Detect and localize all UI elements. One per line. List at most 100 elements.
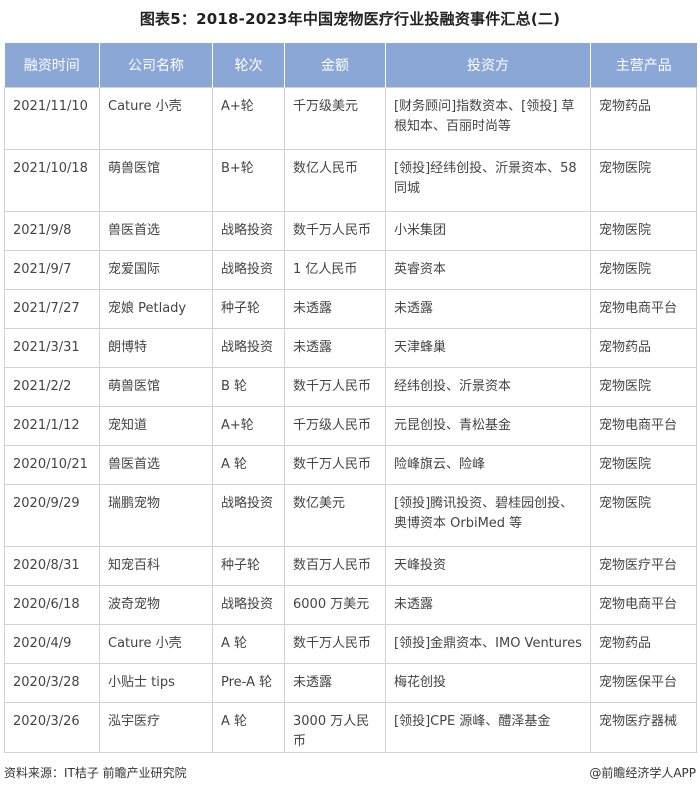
cell-round: 战略投资 xyxy=(212,250,285,290)
cell-amount: 数亿美元 xyxy=(284,484,386,547)
source-note: 资料来源：IT桔子 前瞻产业研究院 xyxy=(4,766,187,780)
cell-product: 宠物医疗器械 xyxy=(590,702,697,753)
cell-investors: [领投]CPE 源峰、醴泽基金 xyxy=(385,702,591,753)
cell-round: A+轮 xyxy=(212,406,285,446)
cell-company: 兽医首选 xyxy=(99,211,213,251)
table-row: 2021/9/7 宠爱国际 战略投资 1 亿人民币 英睿资本 宠物医院 xyxy=(4,250,697,290)
cell-round: A+轮 xyxy=(212,87,285,150)
investment-table-container: 融资时间 公司名称 轮次 金额 投资方 主营产品 2021/11/10 Catu… xyxy=(4,43,697,753)
cell-date: 2021/7/27 xyxy=(4,289,100,329)
cell-product: 宠物电商平台 xyxy=(590,585,697,625)
table-row: 2021/1/12 宠知道 A+轮 千万级人民币 元昆创投、青松基金 宠物电商平… xyxy=(4,406,697,446)
cell-date: 2021/11/10 xyxy=(4,87,100,150)
cell-date: 2021/1/12 xyxy=(4,406,100,446)
cell-amount: 1 亿人民币 xyxy=(284,250,386,290)
cell-amount: 6000 万美元 xyxy=(284,585,386,625)
cell-round: Pre-A 轮 xyxy=(212,663,285,703)
table-header-row: 融资时间 公司名称 轮次 金额 投资方 主营产品 xyxy=(4,43,697,88)
cell-company: 泓宇医疗 xyxy=(99,702,213,753)
cell-round: 种子轮 xyxy=(212,546,285,586)
table-row: 2021/10/18 萌兽医馆 B+轮 数亿人民币 [领投]经纬创投、沂景资本、… xyxy=(4,149,697,212)
cell-round: 战略投资 xyxy=(212,211,285,251)
cell-round: A 轮 xyxy=(212,445,285,485)
cell-company: 萌兽医馆 xyxy=(99,149,213,212)
cell-company: 宠爱国际 xyxy=(99,250,213,290)
cell-amount: 未透露 xyxy=(284,289,386,329)
cell-date: 2021/2/2 xyxy=(4,367,100,407)
cell-company: 萌兽医馆 xyxy=(99,367,213,407)
cell-investors: 英睿资本 xyxy=(385,250,591,290)
cell-product: 宠物电商平台 xyxy=(590,289,697,329)
chart-title: 图表5：2018-2023年中国宠物医疗行业投融资事件汇总(二) xyxy=(139,10,561,28)
cell-company: Cature 小壳 xyxy=(99,624,213,664)
header-amount: 金额 xyxy=(284,43,386,88)
cell-amount: 数亿人民币 xyxy=(284,149,386,212)
cell-date: 2020/6/18 xyxy=(4,585,100,625)
cell-round: 战略投资 xyxy=(212,328,285,368)
cell-investors: 险峰旗云、险峰 xyxy=(385,445,591,485)
cell-round: B 轮 xyxy=(212,367,285,407)
cell-company: 宠娘 Petlady xyxy=(99,289,213,329)
table-row: 2021/2/2 萌兽医馆 B 轮 数千万人民币 经纬创投、沂景资本 宠物医院 xyxy=(4,367,697,407)
cell-investors: [领投]金鼎资本、IMO Ventures xyxy=(385,624,591,664)
cell-product: 宠物电商平台 xyxy=(590,406,697,446)
cell-amount: 数千万人民币 xyxy=(284,367,386,407)
cell-product: 宠物药品 xyxy=(590,624,697,664)
cell-round: 种子轮 xyxy=(212,289,285,329)
cell-round: A 轮 xyxy=(212,702,285,753)
cell-investors: 梅花创投 xyxy=(385,663,591,703)
table-row: 2020/3/26 泓宇医疗 A 轮 3000 万人民币 [领投]CPE 源峰、… xyxy=(4,702,697,753)
cell-product: 宠物医院 xyxy=(590,445,697,485)
cell-product: 宠物医院 xyxy=(590,367,697,407)
cell-round: B+轮 xyxy=(212,149,285,212)
cell-date: 2020/9/29 xyxy=(4,484,100,547)
cell-amount: 3000 万人民币 xyxy=(284,702,386,753)
cell-date: 2021/9/7 xyxy=(4,250,100,290)
table-row: 2020/10/21 兽医首选 A 轮 数千万人民币 险峰旗云、险峰 宠物医院 xyxy=(4,445,697,485)
table-row: 2021/7/27 宠娘 Petlady 种子轮 未透露 未透露 宠物电商平台 xyxy=(4,289,697,329)
cell-date: 2021/3/31 xyxy=(4,328,100,368)
cell-investors: [领投]经纬创投、沂景资本、58 同城 xyxy=(385,149,591,212)
cell-date: 2021/9/8 xyxy=(4,211,100,251)
cell-product: 宠物医院 xyxy=(590,149,697,212)
cell-amount: 数百万人民币 xyxy=(284,546,386,586)
header-round: 轮次 xyxy=(212,43,285,88)
cell-date: 2020/10/21 xyxy=(4,445,100,485)
cell-investors: 未透露 xyxy=(385,289,591,329)
cell-date: 2021/10/18 xyxy=(4,149,100,212)
cell-investors: 天津蜂巢 xyxy=(385,328,591,368)
table-row: 2020/9/29 瑞鹏宠物 战略投资 数亿美元 [领投]腾讯投资、碧桂园创投、… xyxy=(4,484,697,547)
table-row: 2020/8/31 知宠百科 种子轮 数百万人民币 天峰投资 宠物医疗平台 xyxy=(4,546,697,586)
cell-investors: 天峰投资 xyxy=(385,546,591,586)
cell-amount: 数千万人民币 xyxy=(284,211,386,251)
cell-product: 宠物药品 xyxy=(590,328,697,368)
brand-credit: @前瞻经济学人APP xyxy=(589,766,696,780)
cell-amount: 数千万人民币 xyxy=(284,445,386,485)
cell-date: 2020/3/26 xyxy=(4,702,100,753)
cell-amount: 千万级美元 xyxy=(284,87,386,150)
cell-company: Cature 小壳 xyxy=(99,87,213,150)
cell-company: 宠知道 xyxy=(99,406,213,446)
cell-investors: [领投]腾讯投资、碧桂园创投、奥博资本 OrbiMed 等 xyxy=(385,484,591,547)
investment-table: 融资时间 公司名称 轮次 金额 投资方 主营产品 2021/11/10 Catu… xyxy=(4,43,697,753)
cell-company: 小贴士 tips xyxy=(99,663,213,703)
cell-round: 战略投资 xyxy=(212,484,285,547)
table-row: 2021/9/8 兽医首选 战略投资 数千万人民币 小米集团 宠物医院 xyxy=(4,211,697,251)
cell-product: 宠物药品 xyxy=(590,87,697,150)
header-financing-date: 融资时间 xyxy=(4,43,100,88)
cell-round: A 轮 xyxy=(212,624,285,664)
table-row: 2020/4/9 Cature 小壳 A 轮 数千万人民币 [领投]金鼎资本、I… xyxy=(4,624,697,664)
table-row: 2020/6/18 波奇宠物 战略投资 6000 万美元 未透露 宠物电商平台 xyxy=(4,585,697,625)
header-company-name: 公司名称 xyxy=(99,43,213,88)
cell-date: 2020/8/31 xyxy=(4,546,100,586)
cell-product: 宠物医保平台 xyxy=(590,663,697,703)
cell-company: 瑞鹏宠物 xyxy=(99,484,213,547)
cell-product: 宠物医院 xyxy=(590,484,697,547)
cell-amount: 千万级人民币 xyxy=(284,406,386,446)
cell-investors: 小米集团 xyxy=(385,211,591,251)
cell-round: 战略投资 xyxy=(212,585,285,625)
cell-investors: 未透露 xyxy=(385,585,591,625)
table-row: 2021/11/10 Cature 小壳 A+轮 千万级美元 [财务顾问]指数资… xyxy=(4,87,697,150)
header-investors: 投资方 xyxy=(385,43,591,88)
cell-company: 波奇宠物 xyxy=(99,585,213,625)
